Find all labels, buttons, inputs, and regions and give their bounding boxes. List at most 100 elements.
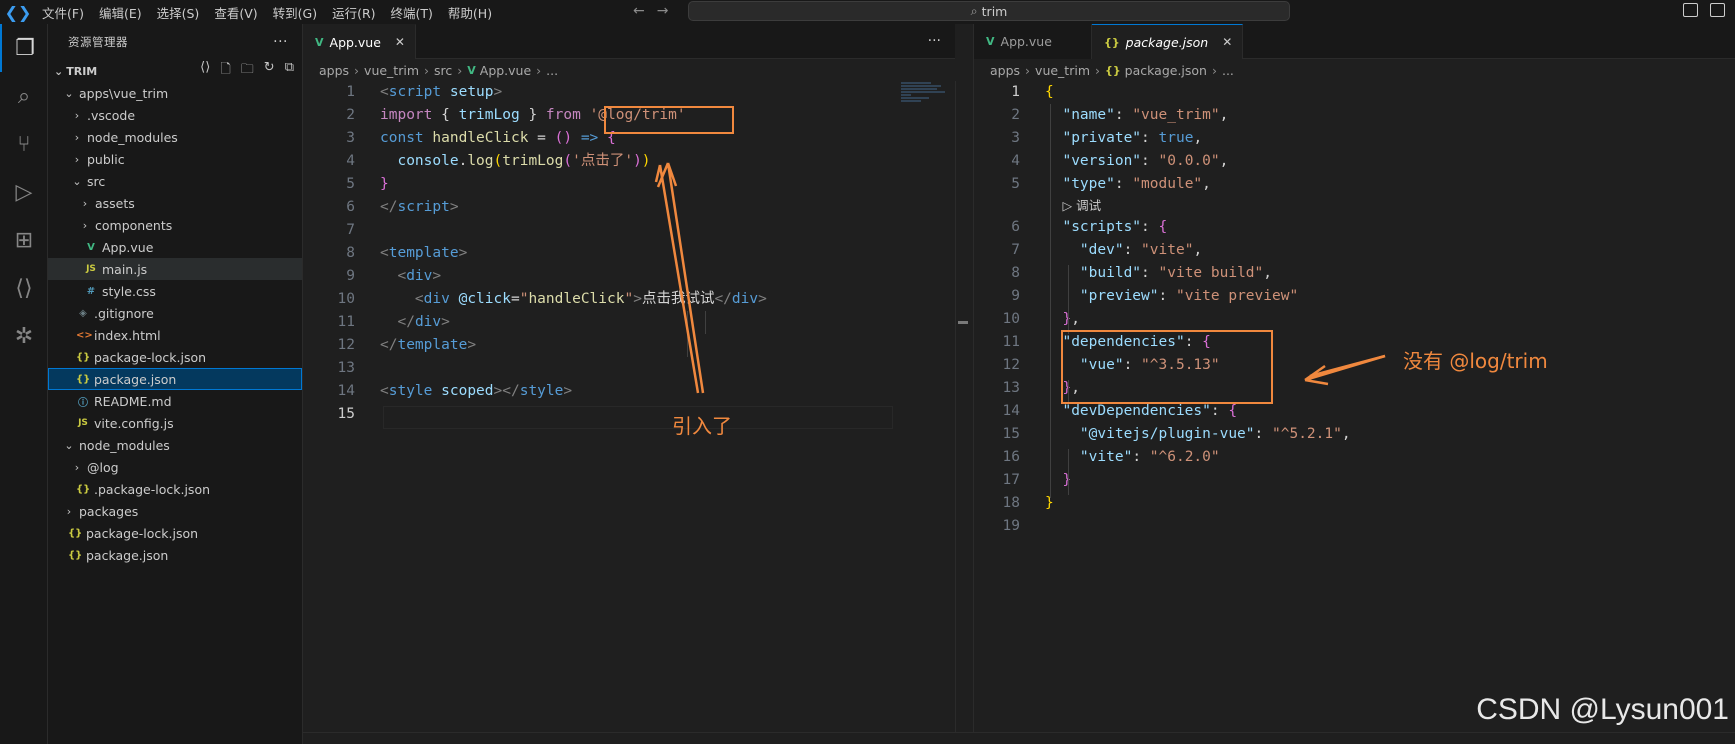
chatgpt-icon[interactable]: ✲ xyxy=(0,312,48,360)
tree-item[interactable]: › packages xyxy=(48,500,302,522)
tree-item[interactable]: ⌄ src xyxy=(48,170,302,192)
explorer-toolbar: ⟨⟩ 🗋 🗀 ↻ ⧉ xyxy=(200,60,294,82)
line-number: 9 xyxy=(1011,288,1020,304)
menu-run[interactable]: 运行(R) xyxy=(332,3,375,22)
tab-package-json[interactable]: {} package.json ✕ xyxy=(1092,24,1244,59)
tree-item[interactable]: › components xyxy=(48,214,302,236)
debug-codelens[interactable]: ▷ 调试 xyxy=(1020,196,1101,216)
tree-item-label: public xyxy=(87,151,125,167)
breadcrumb-item[interactable]: App.vue xyxy=(480,63,531,78)
scrollbar-thumb[interactable] xyxy=(958,321,968,324)
open-remote-icon[interactable]: ⟨⟩ xyxy=(200,60,210,82)
line-number xyxy=(968,196,1020,216)
toggle-panel-icon[interactable] xyxy=(1710,3,1725,17)
breadcrumb-item[interactable]: vue_trim xyxy=(364,63,419,78)
command-center[interactable]: ⌕ trim xyxy=(688,1,1290,21)
run-debug-icon[interactable]: ▷ xyxy=(0,168,48,216)
breadcrumb-item[interactable]: apps xyxy=(319,63,349,78)
tree-item-label: packages xyxy=(79,503,139,519)
search-view-icon[interactable]: ⌕ xyxy=(0,72,48,120)
line-number: 13 xyxy=(337,360,355,376)
chevron-right-icon: › xyxy=(74,152,80,166)
menu-view[interactable]: 查看(V) xyxy=(214,3,257,22)
tree-item-label: package-lock.json xyxy=(86,525,199,541)
tree-item[interactable]: <> index.html xyxy=(48,324,302,346)
tree-item[interactable]: › assets xyxy=(48,192,302,214)
new-folder-icon[interactable]: 🗀 xyxy=(241,60,254,82)
breadcrumb-item[interactable]: src xyxy=(434,63,452,78)
tree-item[interactable]: ◈ .gitignore xyxy=(48,302,302,324)
remote-icon[interactable]: ⟨⟩ xyxy=(0,264,48,312)
more-actions-icon[interactable]: ··· xyxy=(273,34,288,50)
chevron-right-icon: › xyxy=(74,130,80,144)
line-number: 5 xyxy=(1011,176,1020,192)
close-icon[interactable]: ✕ xyxy=(395,35,405,49)
tree-item[interactable]: {} package-lock.json xyxy=(48,522,302,544)
menu-terminal[interactable]: 终端(T) xyxy=(391,3,433,22)
tree-item[interactable]: {} package-lock.json xyxy=(48,346,302,368)
line-number: 2 xyxy=(1011,107,1020,123)
scrollbar[interactable] xyxy=(955,81,969,732)
tree-item[interactable]: # style.css xyxy=(48,280,302,302)
breadcrumb-item[interactable]: package.json xyxy=(1125,63,1207,78)
tree-item-label: package.json xyxy=(94,371,177,387)
collapse-all-icon[interactable]: ⧉ xyxy=(285,60,294,82)
breadcrumb-item[interactable]: ... xyxy=(1222,63,1234,78)
breadcrumb: apps › vue_trim › {} package.json › ... xyxy=(990,62,1234,78)
tree-item[interactable]: V App.vue xyxy=(48,236,302,258)
breadcrumb-item[interactable]: vue_trim xyxy=(1035,63,1090,78)
horizontal-scrollbar[interactable] xyxy=(303,732,1735,744)
toggle-sidebar-icon[interactable] xyxy=(1683,3,1698,17)
refresh-icon[interactable]: ↻ xyxy=(264,60,275,82)
tree-item[interactable]: ⓘ README.md xyxy=(48,390,302,412)
line-number: 11 xyxy=(1002,334,1020,350)
tab-app-vue[interactable]: V App.vue ✕ xyxy=(303,24,416,59)
breadcrumb-item[interactable]: apps xyxy=(990,63,1020,78)
tree-item[interactable]: JS vite.config.js xyxy=(48,412,302,434)
tree-item[interactable]: {} package.json xyxy=(48,544,302,566)
breadcrumb-item[interactable]: ... xyxy=(546,63,558,78)
tree-item[interactable]: {} .package-lock.json xyxy=(48,478,302,500)
search-icon: ⌕ xyxy=(970,3,978,18)
tree-item[interactable]: › @log xyxy=(48,456,302,478)
line-number: 7 xyxy=(346,222,355,238)
tree-item[interactable]: › node_modules xyxy=(48,126,302,148)
close-icon[interactable]: ✕ xyxy=(1222,35,1232,49)
watermark: CSDN @Lysun001 xyxy=(1476,693,1729,726)
extensions-icon[interactable]: ⊞ xyxy=(0,216,48,264)
annotation-missing: 没有 @log/trim xyxy=(1403,349,1548,373)
tree-item[interactable]: {} package.json xyxy=(48,368,302,390)
code-line: <div> xyxy=(397,268,442,284)
menu-go[interactable]: 转到(G) xyxy=(273,3,317,22)
menu-file[interactable]: 文件(F) xyxy=(42,3,84,22)
line-number: 1 xyxy=(346,84,355,100)
tree-item-label: package.json xyxy=(86,547,169,563)
tree-item[interactable]: ⌄ node_modules xyxy=(48,434,302,456)
menu-selection[interactable]: 选择(S) xyxy=(157,3,200,22)
tab-label: App.vue xyxy=(1000,34,1052,49)
menu-edit[interactable]: 编辑(E) xyxy=(99,3,142,22)
tree-item[interactable]: JS main.js xyxy=(48,258,302,280)
forward-arrow-icon[interactable]: → xyxy=(657,3,669,19)
gitignore-file-icon: ◈ xyxy=(79,307,87,319)
tab-label: package.json xyxy=(1125,34,1209,50)
more-actions-icon[interactable]: ··· xyxy=(928,33,941,49)
tree-item[interactable]: › .vscode xyxy=(48,104,302,126)
source-control-icon[interactable]: ⑂ xyxy=(0,120,48,168)
tab-app-vue[interactable]: V App.vue xyxy=(974,24,1092,59)
tree-item[interactable]: ⌄ apps\vue_trim xyxy=(48,82,302,104)
title-bar: ❮❯ 文件(F) 编辑(E) 选择(S) 查看(V) 转到(G) 运行(R) 终… xyxy=(0,0,1735,24)
minimap[interactable] xyxy=(901,81,955,121)
tree-item[interactable]: › public xyxy=(48,148,302,170)
menu-help[interactable]: 帮助(H) xyxy=(448,3,492,22)
back-arrow-icon[interactable]: ← xyxy=(633,3,645,19)
chevron-right-icon: › xyxy=(74,108,80,122)
code-editor-right[interactable]: 1 { 2 "name": "vue_trim", 3 "private": tr… xyxy=(968,81,1351,538)
indent-guide xyxy=(1050,104,1051,498)
workspace-root[interactable]: ⌄ TRIM ⟨⟩ 🗋 🗀 ↻ ⧉ xyxy=(48,60,302,82)
new-file-icon[interactable]: 🗋 xyxy=(220,60,230,82)
tree-item-label: src xyxy=(87,173,106,189)
explorer-icon[interactable]: ❐ xyxy=(0,24,48,72)
